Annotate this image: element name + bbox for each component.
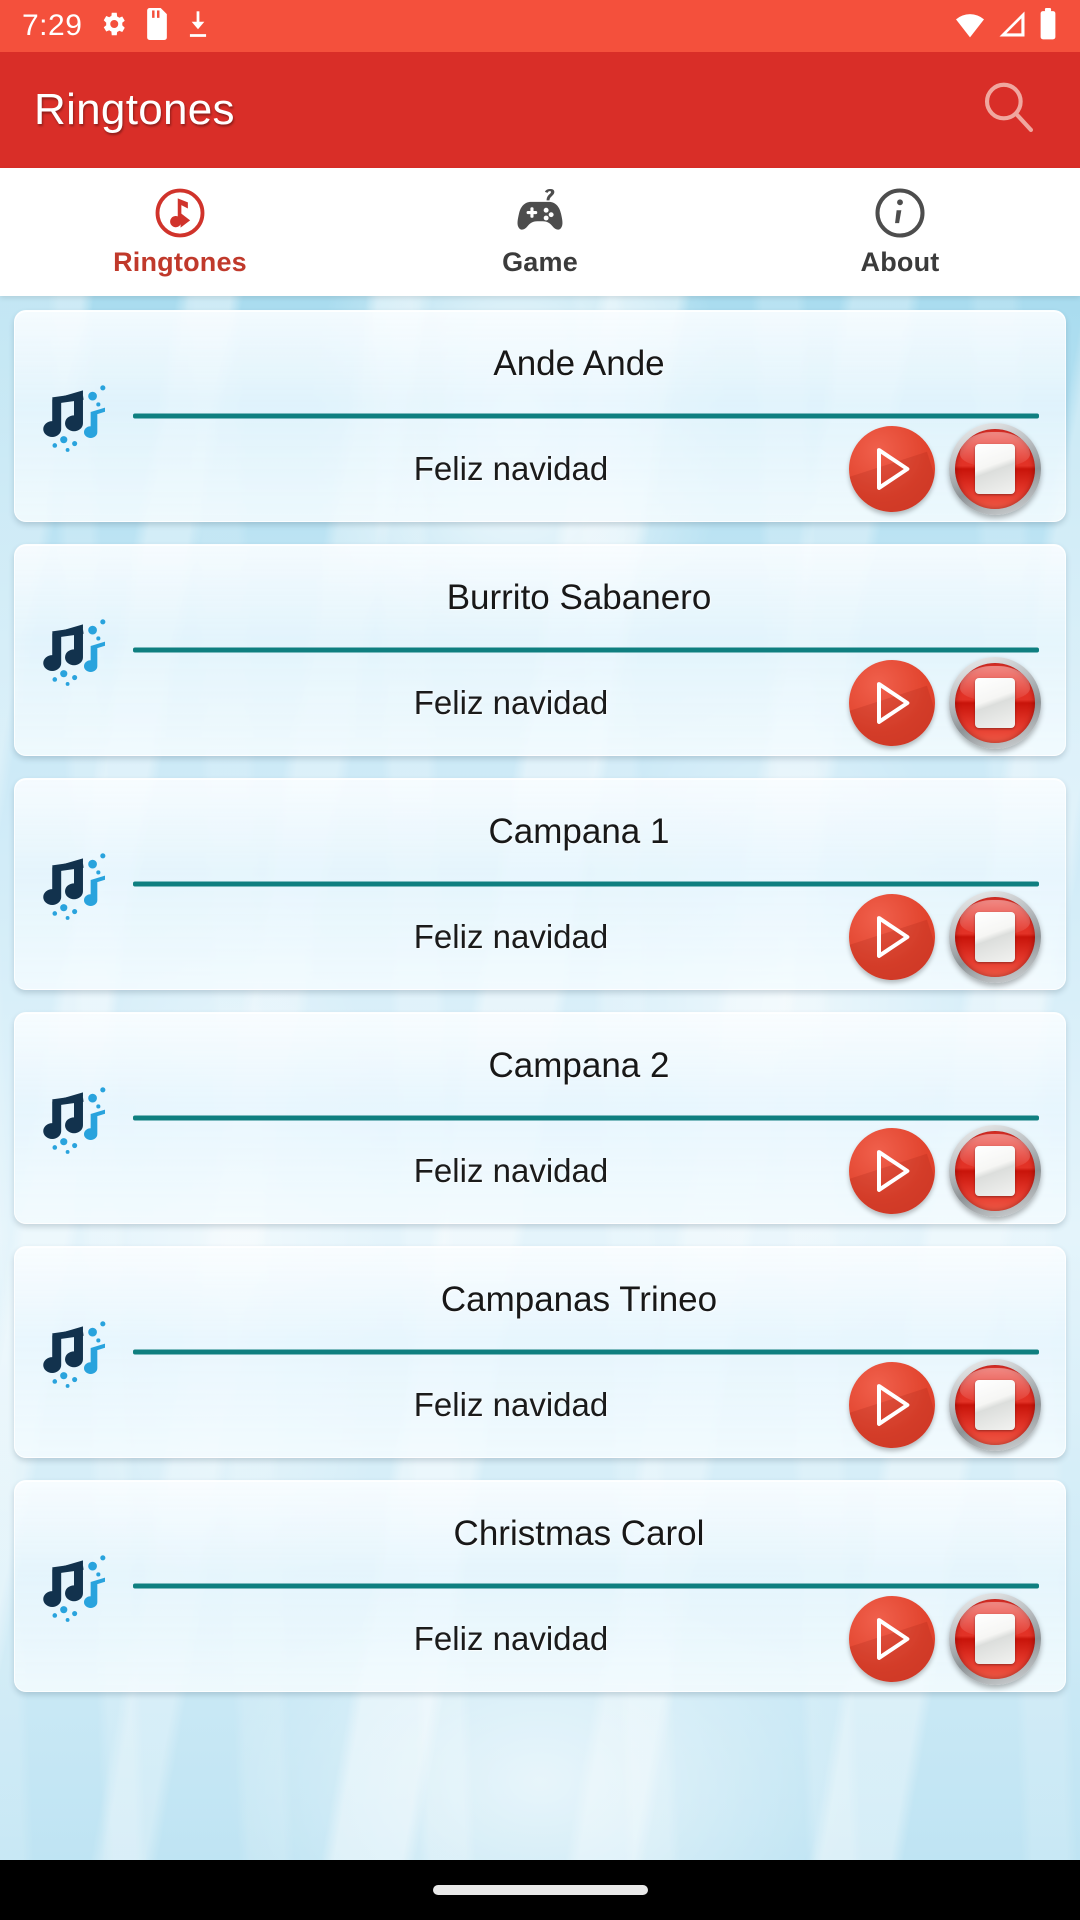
play-button[interactable] [849, 1361, 935, 1448]
home-gesture-pill[interactable] [432, 1885, 648, 1895]
sd-card-icon [144, 7, 170, 45]
music-ringtone-circle-icon [153, 186, 207, 240]
search-icon [978, 77, 1040, 144]
stop-square-icon [975, 443, 1015, 494]
stop-button-face [955, 896, 1035, 977]
card-divider [133, 647, 1039, 653]
signal-icon [997, 9, 1027, 44]
card-actions [849, 1358, 1041, 1451]
page-title: Ringtones [34, 85, 235, 134]
play-button[interactable] [849, 1127, 935, 1214]
stop-button[interactable] [949, 890, 1041, 983]
card-actions [849, 1592, 1041, 1685]
ringtone-title: Campana 2 [488, 1045, 670, 1085]
ringtone-title: Christmas Carol [453, 1513, 705, 1553]
stop-button[interactable] [949, 422, 1041, 515]
card-body: Feliz navidad [133, 1358, 1065, 1451]
play-button[interactable] [849, 1595, 935, 1682]
list-item[interactable]: Campana 2 Feliz navidad [14, 1012, 1066, 1224]
stop-square-icon [975, 1613, 1015, 1664]
ringtone-subtitle: Feliz navidad [413, 1619, 609, 1657]
app-bar: Ringtones [0, 52, 1080, 168]
list-item[interactable]: Campana 1 Feliz navidad [14, 778, 1066, 990]
ringtone-title: Burrito Sabanero [446, 577, 712, 617]
tab-about[interactable]: About [720, 168, 1080, 296]
card-body: Feliz navidad [133, 890, 1065, 983]
tab-label-game: Game [502, 247, 578, 277]
music-notes-icon [15, 375, 133, 457]
card-body: Feliz navidad [133, 1592, 1065, 1685]
stop-square-icon [975, 911, 1015, 962]
tab-bar: Ringtones Game About [0, 168, 1080, 296]
ringtone-list-scroll[interactable]: Ande Ande Feliz navidad Burrito Sabanero… [0, 296, 1080, 1860]
list-item[interactable]: Campanas Trineo Feliz navidad [14, 1246, 1066, 1458]
status-bar: 7:29 [0, 0, 1080, 52]
ringtone-title: Campana 1 [488, 811, 670, 851]
music-notes-icon [15, 609, 133, 691]
stop-button[interactable] [949, 1124, 1041, 1217]
info-circle-icon [873, 186, 927, 240]
list-item[interactable]: Burrito Sabanero Feliz navidad [14, 544, 1066, 756]
ringtone-subtitle: Feliz navidad [413, 917, 609, 955]
stop-button-face [955, 1598, 1035, 1679]
music-notes-icon [15, 1311, 133, 1393]
stop-button-face [955, 662, 1035, 743]
card-actions [849, 1124, 1041, 1217]
card-divider [133, 413, 1039, 419]
download-icon [186, 9, 210, 44]
stop-square-icon [975, 1379, 1015, 1430]
list-item[interactable]: Ande Ande Feliz navidad [14, 310, 1066, 522]
tab-ringtones[interactable]: Ringtones [0, 168, 360, 296]
card-actions [849, 890, 1041, 983]
ringtone-subtitle: Feliz navidad [413, 449, 609, 487]
system-navigation-bar [0, 1860, 1080, 1920]
ringtone-title: Campanas Trineo [440, 1279, 718, 1319]
ringtone-subtitle: Feliz navidad [413, 1385, 609, 1423]
status-bar-left: 7:29 [22, 7, 210, 45]
tab-game[interactable]: Game [360, 168, 720, 296]
card-actions [849, 422, 1041, 515]
ringtone-list: Ande Ande Feliz navidad Burrito Sabanero… [0, 296, 1080, 1692]
play-button[interactable] [849, 893, 935, 980]
stop-square-icon [975, 677, 1015, 728]
music-notes-icon [15, 843, 133, 925]
card-divider [133, 881, 1039, 887]
stop-button[interactable] [949, 656, 1041, 749]
gamepad-icon [511, 186, 569, 240]
stop-button[interactable] [949, 1358, 1041, 1451]
status-bar-right [954, 7, 1058, 45]
stop-button-face [955, 1364, 1035, 1445]
battery-icon [1038, 7, 1058, 45]
tab-label-ringtones: Ringtones [113, 247, 247, 277]
stop-button-face [955, 428, 1035, 509]
stop-button[interactable] [949, 1592, 1041, 1685]
stop-button-face [955, 1130, 1035, 1211]
ringtone-title: Ande Ande [493, 343, 665, 383]
play-button[interactable] [849, 425, 935, 512]
card-body: Feliz navidad [133, 422, 1065, 515]
wifi-icon [954, 9, 986, 44]
card-divider [133, 1349, 1039, 1355]
play-button[interactable] [849, 659, 935, 746]
card-divider [133, 1115, 1039, 1121]
gear-icon [98, 9, 128, 44]
music-notes-icon [15, 1545, 133, 1627]
card-body: Feliz navidad [133, 1124, 1065, 1217]
music-notes-icon [15, 1077, 133, 1159]
status-bar-clock: 7:29 [22, 9, 83, 42]
tab-label-about: About [860, 247, 940, 277]
phone-screen: 7:29 Ringtones Ringtones Game About Ande… [0, 0, 1080, 1920]
card-actions [849, 656, 1041, 749]
card-body: Feliz navidad [133, 656, 1065, 749]
list-item[interactable]: Christmas Carol Feliz navidad [14, 1480, 1066, 1692]
ringtone-subtitle: Feliz navidad [413, 1151, 609, 1189]
search-button[interactable] [972, 73, 1046, 147]
stop-square-icon [975, 1145, 1015, 1196]
card-divider [133, 1583, 1039, 1589]
ringtone-subtitle: Feliz navidad [413, 683, 609, 721]
